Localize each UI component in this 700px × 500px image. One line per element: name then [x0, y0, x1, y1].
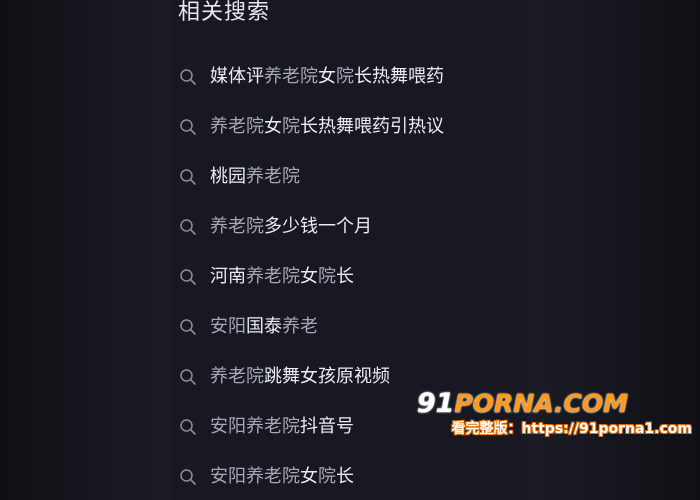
- suggestion-term: 国泰: [246, 316, 282, 337]
- watermark-logo-text: PORNA.COM: [454, 389, 628, 418]
- suggestion-term: 长热舞喂药: [354, 66, 444, 87]
- suggestion-item[interactable]: 安阳国泰养老: [172, 302, 528, 352]
- suggestion-text: 养老院多少钱一个月: [210, 215, 372, 239]
- suggestion-term: 女: [300, 466, 318, 487]
- suggestion-term: 跳舞女孩原视频: [264, 366, 390, 387]
- section-title: 相关搜索: [178, 0, 271, 25]
- suggestion-term: 女: [318, 66, 336, 87]
- suggestion-term: 女: [300, 266, 318, 287]
- suggestion-keyword: 养老: [282, 316, 318, 337]
- suggestion-item[interactable]: 养老院女院长热舞喂药引热议: [172, 102, 528, 152]
- watermark-logo: 91PORNA.COM: [417, 388, 628, 419]
- suggestion-term: 长热舞喂药引热议: [300, 116, 444, 137]
- suggestion-text: 河南养老院女院长: [210, 265, 354, 289]
- watermark: 91PORNA.COM 看完整版：https://91porna1.com: [417, 388, 692, 492]
- suggestion-term: 抖音号: [300, 416, 354, 437]
- suggestion-keyword: 院: [318, 466, 336, 487]
- suggestion-item[interactable]: 桃园养老院: [172, 152, 528, 202]
- suggestion-term: 多少钱一个月: [264, 216, 372, 237]
- search-icon: [180, 219, 196, 235]
- suggestion-term: 桃园: [210, 166, 246, 187]
- suggestion-text: 安阳养老院抖音号: [210, 415, 354, 439]
- suggestion-keyword: 养老院: [210, 216, 264, 237]
- background-left: [0, 0, 172, 500]
- suggestion-text: 养老院跳舞女孩原视频: [210, 365, 390, 389]
- suggestion-keyword: 养老院: [246, 166, 300, 187]
- suggestion-keyword: 院: [336, 66, 354, 87]
- suggestion-text: 安阳国泰养老: [210, 315, 318, 339]
- search-icon: [180, 319, 196, 335]
- suggestion-keyword: 安阳养老院: [210, 466, 300, 487]
- suggestion-term: 长: [336, 266, 354, 287]
- watermark-logo-number: 91: [416, 388, 455, 419]
- suggestion-item[interactable]: 养老院多少钱一个月: [172, 202, 528, 252]
- search-icon: [180, 69, 196, 85]
- suggestion-keyword: 安阳: [210, 316, 246, 337]
- suggestion-keyword: 养老院: [210, 116, 264, 137]
- search-icon: [180, 419, 196, 435]
- suggestion-text: 安阳养老院女院长: [210, 465, 354, 489]
- suggestion-text: 媒体评养老院女院长热舞喂药: [210, 65, 444, 89]
- suggestion-term: 河南: [210, 266, 246, 287]
- suggestion-keyword: 养老院: [210, 366, 264, 387]
- search-icon: [180, 369, 196, 385]
- suggestion-item[interactable]: 媒体评养老院女院长热舞喂药: [172, 52, 528, 102]
- suggestion-keyword: 院: [318, 266, 336, 287]
- screen: 相关搜索 媒体评养老院女院长热舞喂药 养老院女院长热舞喂药引热议 桃园养老院 养老院多…: [0, 0, 700, 500]
- search-icon: [180, 119, 196, 135]
- watermark-link: 看完整版：https://91porna1.com: [451, 421, 692, 437]
- suggestion-text: 桃园养老院: [210, 165, 300, 189]
- suggestion-term: 长: [336, 466, 354, 487]
- suggestion-text: 养老院女院长热舞喂药引热议: [210, 115, 444, 139]
- suggestion-keyword: 安阳养老院: [210, 416, 300, 437]
- suggestion-term: 媒体评: [210, 66, 264, 87]
- suggestion-term: 女: [264, 116, 282, 137]
- suggestion-item[interactable]: 河南养老院女院长: [172, 252, 528, 302]
- suggestion-keyword: 养老院: [246, 266, 300, 287]
- suggestion-keyword: 院: [282, 116, 300, 137]
- search-icon: [180, 469, 196, 485]
- search-icon: [180, 169, 196, 185]
- search-icon: [180, 269, 196, 285]
- suggestion-keyword: 养老院: [264, 66, 318, 87]
